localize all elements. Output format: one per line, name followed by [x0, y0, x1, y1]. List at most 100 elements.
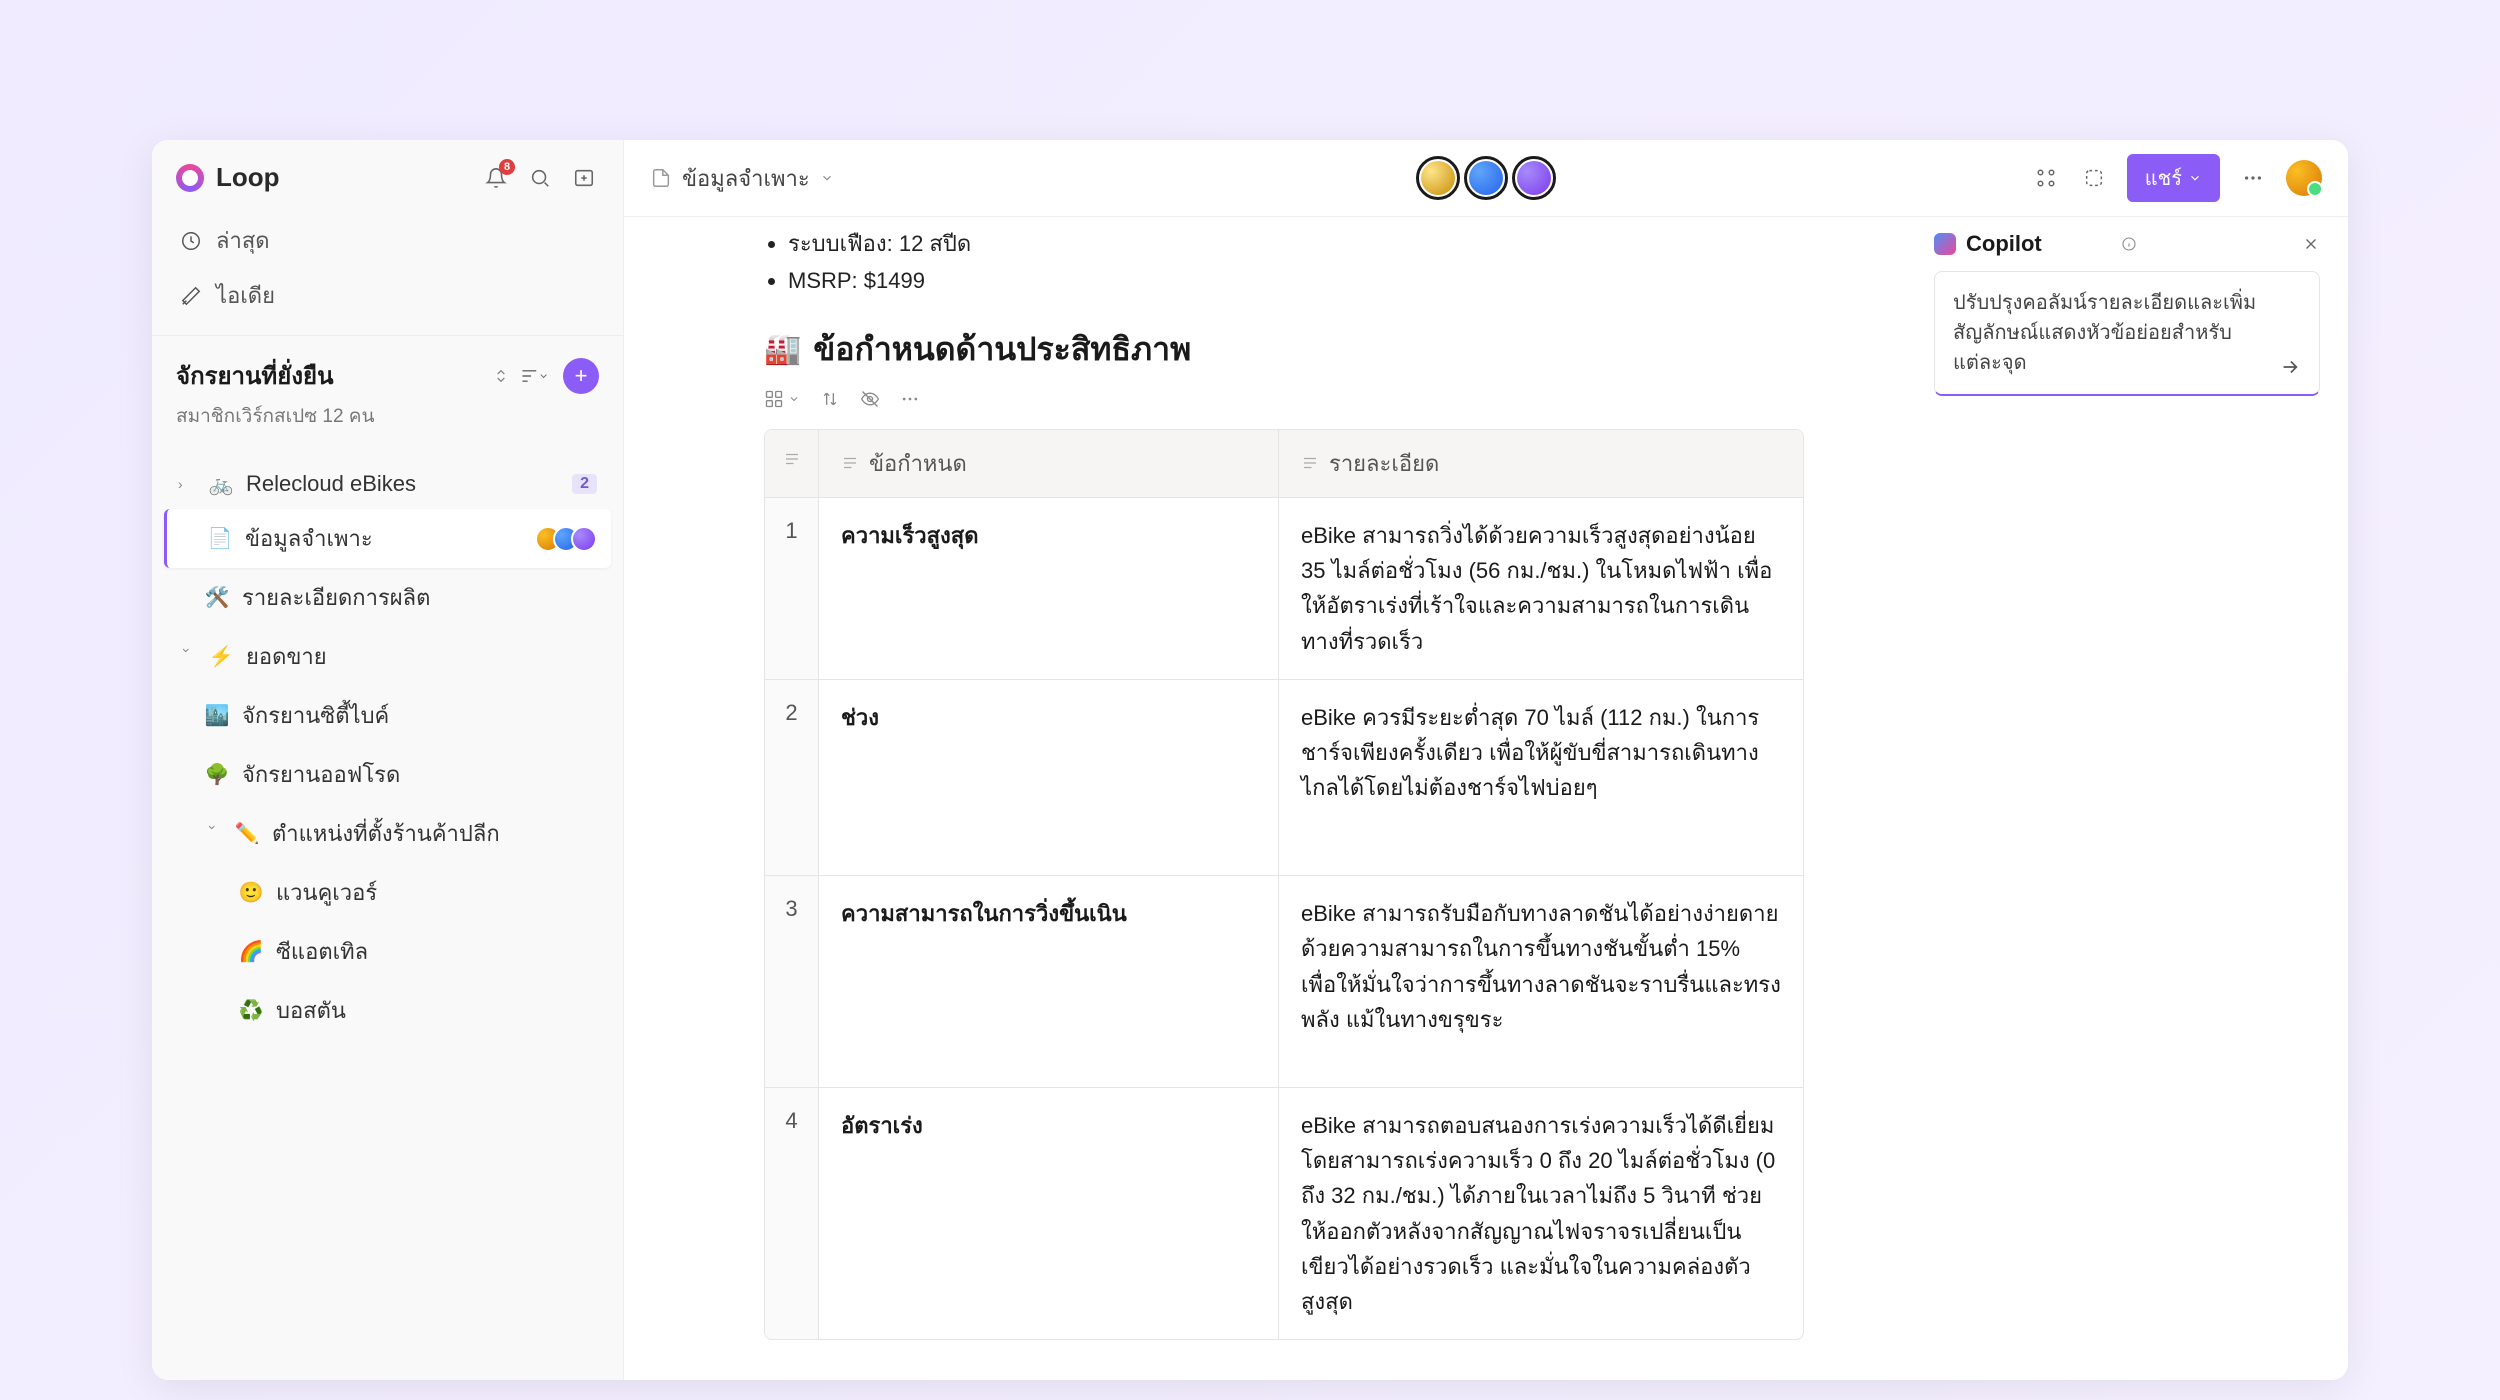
row-number: 4	[765, 1088, 819, 1339]
presence-avatar[interactable]	[1416, 156, 1460, 200]
section-heading[interactable]: 🏭 ข้อกำหนดด้านประสิทธิภาพ	[764, 324, 1804, 375]
nav-ideas[interactable]: ไอเดีย	[166, 268, 609, 323]
table-more-button[interactable]	[900, 389, 920, 409]
unread-badge: 2	[572, 474, 597, 494]
page-tree: › 🚲 Relecloud eBikes 2 📄 ข้อมูลจำเพาะ 🛠️…	[152, 443, 623, 1056]
notifications-button[interactable]: 8	[481, 163, 511, 193]
text-icon	[783, 450, 801, 468]
app-window: Loop 8 ล่าสุด ไอเดีย	[152, 140, 2348, 1380]
cell-details[interactable]: eBike สามารถวิ่งได้ด้วยความเร็วสูงสุดอย่…	[1279, 498, 1803, 679]
cell-details[interactable]: eBike ควรมีระยะต่ำสุด 70 ไมล์ (112 กม.) …	[1279, 680, 1803, 876]
table-row[interactable]: 3 ความสามารถในการวิ่งขึ้นเนิน eBike สามา…	[765, 876, 1803, 1088]
presence-avatar[interactable]	[1464, 156, 1508, 200]
nav-recent[interactable]: ล่าสุด	[166, 213, 609, 268]
sort-button[interactable]	[519, 361, 549, 391]
view-button[interactable]	[764, 389, 800, 409]
sidebar-header: Loop 8	[152, 140, 623, 209]
topbar: ข้อมูลจำเพาะ แชร์	[624, 140, 2348, 217]
tree-label: จักรยานออฟโรด	[242, 757, 597, 792]
user-avatar[interactable]	[2286, 160, 2322, 196]
copilot-title: Copilot	[1966, 231, 2111, 257]
share-button[interactable]: แชร์	[2127, 154, 2220, 202]
copilot-logo	[1934, 233, 1956, 255]
tree-label: ตำแหน่งที่ตั้งร้านค้าปลีก	[272, 816, 597, 851]
tree-label: ยอดขาย	[246, 639, 597, 674]
tree-item-citybike[interactable]: 🏙️ จักรยานซิตี้ไบค์	[164, 686, 611, 745]
nav-recent-label: ล่าสุด	[216, 223, 270, 258]
pencil-icon: ✏️	[234, 821, 260, 846]
tree-label: แวนคูเวอร์	[276, 875, 597, 910]
row-number-header	[765, 430, 819, 497]
bolt-icon: ⚡	[208, 644, 234, 669]
list-item[interactable]: MSRP: $1499	[788, 262, 1804, 299]
table-toolbar	[764, 389, 1804, 409]
cell-spec[interactable]: ความเร็วสูงสุด	[819, 498, 1279, 679]
tree-label: ซีแอตเทิล	[276, 934, 597, 969]
cell-details[interactable]: eBike สามารถตอบสนองการเร่งความเร็วได้ดีเ…	[1279, 1088, 1803, 1339]
rainbow-icon: 🌈	[238, 939, 264, 964]
chevron-expand-icon[interactable]	[493, 368, 509, 384]
more-button[interactable]	[2238, 163, 2268, 193]
tree-item-specs[interactable]: 📄 ข้อมูลจำเพาะ	[164, 509, 611, 568]
row-number: 3	[765, 876, 819, 1087]
copilot-prompt-text: ปรับปรุงคอลัมน์รายละเอียดและเพิ่มสัญลักษ…	[1953, 288, 2269, 378]
workspace-title: จักรยานที่ยั่งยืน	[176, 356, 483, 395]
table-row[interactable]: 2 ช่วง eBike ควรมีระยะต่ำสุด 70 ไมล์ (11…	[765, 680, 1803, 877]
close-icon[interactable]	[2302, 235, 2320, 253]
presence-avatars	[1416, 156, 1556, 200]
tree-item-boston[interactable]: ♻️ บอสตัน	[164, 981, 611, 1040]
send-button[interactable]	[2279, 356, 2301, 378]
city-icon: 🏙️	[204, 703, 230, 728]
copilot-panel: Copilot ปรับปรุงคอลัมน์รายละเอียดและเพิ่…	[1934, 231, 2320, 396]
cell-spec[interactable]: ความสามารถในการวิ่งขึ้นเนิน	[819, 876, 1279, 1087]
column-header-spec[interactable]: ข้อกำหนด	[819, 430, 1279, 497]
tree-label: จักรยานซิตี้ไบค์	[242, 698, 597, 733]
clock-icon	[180, 230, 202, 252]
add-page-button[interactable]: +	[563, 358, 599, 394]
table-row[interactable]: 4 อัตราเร่ง eBike สามารถตอบสนองการเร่งคว…	[765, 1088, 1803, 1339]
document-title[interactable]: ข้อมูลจำเพาะ	[682, 161, 810, 196]
tree-item-vancouver[interactable]: 🙂 แวนคูเวอร์	[164, 863, 611, 922]
cell-spec[interactable]: ช่วง	[819, 680, 1279, 876]
text-icon	[841, 454, 859, 472]
page-icon: 📄	[207, 526, 233, 551]
main-area: ข้อมูลจำเพาะ แชร์	[624, 140, 2348, 1380]
chevron-right-icon: ›	[178, 476, 196, 492]
recycle-icon: ♻️	[238, 998, 264, 1023]
text-icon	[1301, 454, 1319, 472]
apps-button[interactable]	[2031, 163, 2061, 193]
chevron-down-icon[interactable]	[820, 171, 834, 185]
heading-text: ข้อกำหนดด้านประสิทธิภาพ	[813, 324, 1191, 375]
workspace-subtitle: สมาชิกเวิร์กสเปซ 12 คน	[176, 401, 599, 431]
search-button[interactable]	[525, 163, 555, 193]
collaborator-avatars	[543, 526, 597, 552]
document-icon	[650, 167, 672, 189]
info-icon[interactable]	[2121, 236, 2137, 252]
table-row[interactable]: 1 ความเร็วสูงสุด eBike สามารถวิ่งได้ด้วย…	[765, 498, 1803, 680]
list-item[interactable]: ระบบเฟือง: 12 สปีด	[788, 225, 1804, 262]
tree-item-sales[interactable]: › ⚡ ยอดขาย	[164, 627, 611, 686]
tree-item-offroad[interactable]: 🌳 จักรยานออฟโรด	[164, 745, 611, 804]
chevron-down-icon: ›	[179, 648, 195, 666]
add-panel-button[interactable]	[569, 163, 599, 193]
nav-section: ล่าสุด ไอเดีย	[152, 209, 623, 327]
component-button[interactable]	[2079, 163, 2109, 193]
presence-avatar[interactable]	[1512, 156, 1556, 200]
face-icon: 🙂	[238, 880, 264, 905]
tree-item-retail[interactable]: › ✏️ ตำแหน่งที่ตั้งร้านค้าปลีก	[164, 804, 611, 863]
tree-item-relecloud[interactable]: › 🚲 Relecloud eBikes 2	[164, 459, 611, 509]
notification-badge: 8	[499, 159, 515, 175]
tree-item-seattle[interactable]: 🌈 ซีแอตเทิล	[164, 922, 611, 981]
workspace-header: จักรยานที่ยั่งยืน + สมาชิกเวิร์กสเปซ 12 …	[152, 335, 623, 443]
copilot-input[interactable]: ปรับปรุงคอลัมน์รายละเอียดและเพิ่มสัญลักษ…	[1934, 271, 2320, 396]
hide-button[interactable]	[860, 389, 880, 409]
column-header-details[interactable]: รายละเอียด	[1279, 430, 1803, 497]
cell-spec[interactable]: อัตราเร่ง	[819, 1088, 1279, 1339]
cell-details[interactable]: eBike สามารถรับมือกับทางลาดชันได้อย่างง่…	[1279, 876, 1803, 1087]
sort-table-button[interactable]	[820, 389, 840, 409]
tree-label: Relecloud eBikes	[246, 471, 560, 497]
bike-icon: 🚲	[208, 472, 234, 497]
tree-label: รายละเอียดการผลิต	[242, 580, 597, 615]
tree-item-production[interactable]: 🛠️ รายละเอียดการผลิต	[164, 568, 611, 627]
bullet-list[interactable]: ระบบเฟือง: 12 สปีด MSRP: $1499	[764, 225, 1804, 300]
